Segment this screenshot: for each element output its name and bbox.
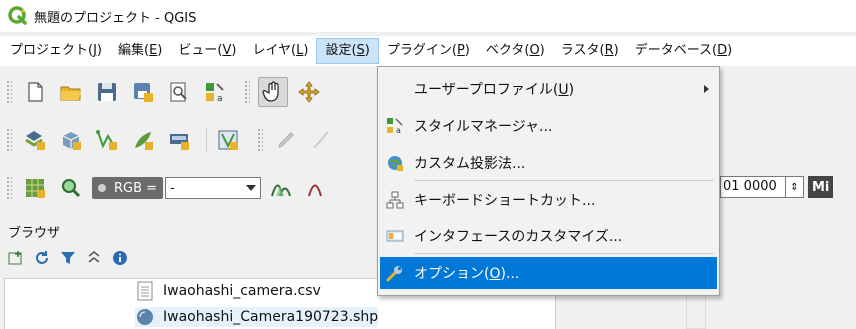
toolbar-grip[interactable] — [257, 128, 263, 152]
menu-view[interactable]: ビュー(V) — [170, 38, 244, 64]
mi-label: Mi — [808, 176, 834, 198]
svg-text:a: a — [396, 126, 401, 135]
menu-bar: プロジェクト(J) 編集(E) ビュー(V) レイヤ(L) 設定(S) プラグイ… — [0, 36, 856, 66]
new-geopackage-icon[interactable] — [56, 125, 86, 155]
add-layer-icon[interactable] — [8, 250, 24, 266]
list-item[interactable]: Iwaohashi_camera.csv — [135, 281, 321, 301]
menu-item-keyboard-shortcuts[interactable]: キーボードショートカット... — [380, 184, 717, 216]
shapefile-icon — [135, 307, 155, 327]
save-as-icon[interactable] — [128, 77, 158, 107]
settings-dropdown-menu: ユーザープロファイル(U) a スタイルマネージャ... カスタム投影法... … — [377, 66, 720, 296]
menu-item-user-profiles[interactable]: ユーザープロファイル(U) — [380, 73, 717, 105]
toolbar-grip[interactable] — [6, 128, 12, 152]
virtual-layer-icon[interactable] — [164, 125, 194, 155]
menu-separator — [414, 180, 714, 181]
save-project-icon[interactable] — [92, 77, 122, 107]
info-icon[interactable] — [112, 250, 128, 266]
new-virtual-layer-icon[interactable] — [213, 125, 243, 155]
new-project-icon[interactable] — [20, 77, 50, 107]
submenu-arrow-icon — [704, 85, 709, 93]
rgb-band-selector[interactable]: RGB = — [92, 177, 164, 199]
qgis-logo-icon — [8, 6, 28, 26]
refresh-icon[interactable] — [34, 250, 50, 266]
filter-icon[interactable] — [60, 250, 76, 266]
chevron-down-icon — [246, 185, 257, 191]
histogram-stretch-local-icon[interactable] — [303, 173, 333, 203]
csv-file-icon — [135, 281, 155, 301]
menu-settings[interactable]: 設定(S) — [316, 38, 379, 64]
wrench-icon — [386, 264, 404, 282]
browser-toolbar — [8, 250, 128, 266]
toggle-editing-icon[interactable] — [271, 125, 301, 155]
window-title: 無題のプロジェクト - QGIS — [34, 10, 197, 26]
print-layout-icon[interactable] — [164, 77, 194, 107]
title-bar: 無題のプロジェクト - QGIS — [0, 0, 856, 32]
pan-hand-icon[interactable] — [258, 77, 288, 107]
spin-button[interactable]: ⇕ — [786, 176, 804, 198]
keyboard-shortcut-icon — [386, 191, 404, 209]
menu-project[interactable]: プロジェクト(J) — [2, 38, 110, 64]
menu-item-customize-interface[interactable]: インタフェースのカスタマイズ... — [380, 220, 717, 252]
file-name: Iwaohashi_Camera190723.shp — [163, 309, 379, 325]
menu-item-custom-projection[interactable]: カスタム投影法... — [380, 147, 717, 179]
toolbar-grip[interactable] — [6, 80, 12, 104]
raster-calculator-icon[interactable] — [20, 173, 50, 203]
list-item[interactable]: Iwaohashi_Camera190723.shp — [135, 307, 379, 327]
rgb-combo[interactable]: - — [165, 177, 262, 199]
new-shapefile-icon[interactable] — [92, 125, 122, 155]
toolbar-grip[interactable] — [244, 80, 250, 104]
menu-vector[interactable]: ベクタ(O) — [478, 38, 553, 64]
new-temporary-layer-icon[interactable] — [128, 125, 158, 155]
histogram-stretch-icon[interactable] — [267, 173, 297, 203]
svg-text:a: a — [217, 94, 223, 104]
file-name: Iwaohashi_camera.csv — [163, 283, 321, 299]
menu-plugins[interactable]: プラグイン(P) — [379, 38, 478, 64]
toolbar-grip[interactable] — [6, 176, 12, 200]
scale-value[interactable]: 01 0000 — [720, 176, 786, 198]
digitize-disabled-icon[interactable] — [307, 125, 337, 155]
menu-raster[interactable]: ラスタ(R) — [553, 38, 627, 64]
menu-item-style-manager[interactable]: a スタイルマネージャ... — [380, 110, 717, 142]
style-manager-toolbar-icon[interactable]: a — [200, 77, 230, 107]
menu-edit[interactable]: 編集(E) — [110, 38, 170, 64]
browser-panel-title: ブラウザ — [8, 226, 61, 241]
rgb-label: RGB = — [114, 180, 158, 196]
zoom-search-icon[interactable] — [56, 173, 86, 203]
style-manager-icon: a — [386, 117, 404, 135]
toolbar-separator — [206, 127, 207, 153]
data-source-manager-icon[interactable] — [20, 125, 50, 155]
menu-layer[interactable]: レイヤ(L) — [244, 38, 316, 64]
pan-to-selection-icon[interactable] — [294, 77, 324, 107]
band-dot-icon — [98, 184, 106, 192]
customize-interface-icon — [386, 227, 404, 245]
scale-control: 01 0000 ⇕ Mi — [720, 176, 834, 198]
globe-projection-icon — [386, 154, 404, 172]
collapse-all-icon[interactable] — [86, 250, 102, 266]
rgb-combo-value: - — [170, 180, 175, 196]
menu-item-options[interactable]: オプション(O)... — [380, 257, 717, 289]
menu-separator — [414, 253, 714, 254]
menu-database[interactable]: データベース(D) — [627, 38, 741, 64]
open-project-icon[interactable] — [56, 77, 86, 107]
